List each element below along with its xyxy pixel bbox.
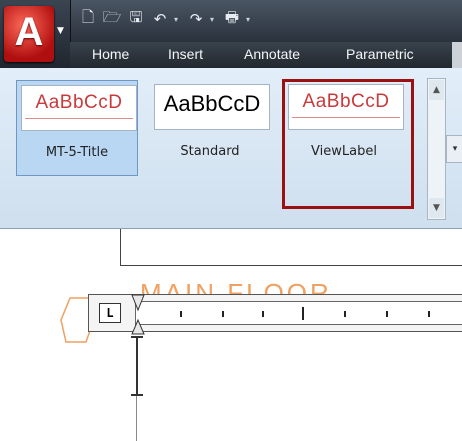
text-cursor-icon xyxy=(136,336,138,396)
ruler-tick xyxy=(180,311,182,317)
open-folder-icon[interactable]: 🗁 xyxy=(102,8,122,28)
style-preview: AaBbCcD xyxy=(21,85,137,131)
tab-scroll-button[interactable] xyxy=(452,42,462,68)
scroll-down-icon[interactable]: ▼ xyxy=(429,198,444,218)
app-menu-arrow-icon: ▼ xyxy=(57,26,64,36)
drawing-line xyxy=(136,396,137,441)
tab-insert[interactable]: Insert xyxy=(168,46,203,62)
tab-type-button[interactable]: L xyxy=(99,303,121,323)
ribbon-tab-bar: Home Insert Annotate Parametric xyxy=(70,42,462,68)
drawing-frame-line xyxy=(120,265,462,266)
text-style-mt-5-title[interactable]: AaBbCcD MT-5-Title xyxy=(16,80,138,176)
style-preview: AaBbCcD xyxy=(154,84,270,130)
quick-access-toolbar: 🗋 🗁 🖫 ↶ ▾ ↷ ▾ 🖶 ▾ xyxy=(78,8,254,30)
tab-home[interactable]: Home xyxy=(92,46,129,62)
drawing-frame-line xyxy=(120,229,121,265)
undo-icon[interactable]: ↶ xyxy=(150,10,170,28)
text-style-standard[interactable]: AaBbCcD Standard xyxy=(150,80,270,174)
redo-dropdown-icon[interactable]: ▾ xyxy=(210,15,218,24)
ruler-tick xyxy=(262,311,264,317)
tab-annotate[interactable]: Annotate xyxy=(244,46,300,62)
ruler-tick xyxy=(344,311,346,317)
highlight-annotation-box xyxy=(282,79,414,209)
new-file-icon[interactable]: 🗋 xyxy=(78,8,98,28)
indent-marker-icon[interactable] xyxy=(130,294,146,336)
undo-dropdown-icon[interactable]: ▾ xyxy=(174,15,182,24)
ruler-tick xyxy=(222,311,224,317)
text-cursor-cap xyxy=(131,394,143,396)
style-label: MT-5-Title xyxy=(45,145,109,160)
plot-icon[interactable]: 🖶 xyxy=(222,8,242,28)
save-icon[interactable]: 🖫 xyxy=(126,8,146,28)
ruler-scale[interactable] xyxy=(135,301,462,325)
style-label: Standard xyxy=(180,144,240,159)
autocad-logo-icon: A xyxy=(4,6,54,62)
ruler-tick xyxy=(302,307,304,320)
scroll-up-icon[interactable]: ▲ xyxy=(429,80,444,100)
customize-toolbar-icon[interactable]: ▾ xyxy=(246,15,254,24)
tab-parametric[interactable]: Parametric xyxy=(346,46,414,62)
redo-icon[interactable]: ↷ xyxy=(186,10,206,28)
ruler-tick xyxy=(428,311,430,317)
ruler-tick xyxy=(386,311,388,317)
application-menu-button[interactable]: A ▼ xyxy=(0,0,71,68)
gallery-expand-icon[interactable]: ▾ xyxy=(446,135,462,163)
gallery-scrollbar[interactable]: ▲ ▼ xyxy=(427,78,446,220)
